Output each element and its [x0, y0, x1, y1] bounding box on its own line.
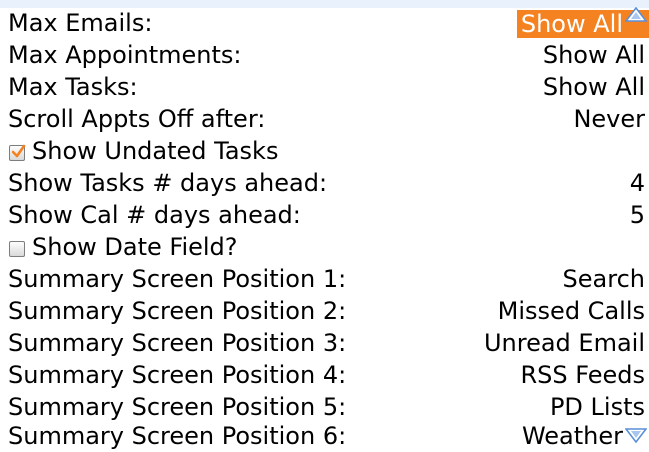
- checkbox-checked[interactable]: [9, 144, 26, 161]
- setting-tasks-days-ahead[interactable]: Show Tasks # days ahead: 4: [0, 167, 649, 199]
- setting-summary-position-1[interactable]: Summary Screen Position 1: Search: [0, 263, 649, 295]
- setting-max-appointments[interactable]: Max Appointments: Show All: [0, 39, 649, 71]
- setting-value[interactable]: 4: [630, 167, 645, 199]
- setting-value[interactable]: RSS Feeds: [520, 359, 645, 391]
- setting-max-tasks[interactable]: Max Tasks: Show All: [0, 71, 649, 103]
- setting-show-undated-tasks[interactable]: Show Undated Tasks: [0, 135, 649, 167]
- checkbox-unchecked[interactable]: [9, 241, 25, 257]
- setting-value[interactable]: Never: [573, 103, 645, 135]
- setting-label: Summary Screen Position 6:: [8, 422, 347, 450]
- setting-label: Summary Screen Position 4:: [8, 361, 347, 389]
- setting-label: Summary Screen Position 5:: [8, 393, 347, 421]
- setting-label: Show Tasks # days ahead:: [8, 169, 328, 197]
- setting-label: Summary Screen Position 2:: [8, 297, 347, 325]
- setting-label: Summary Screen Position 3:: [8, 329, 347, 357]
- setting-summary-position-3[interactable]: Summary Screen Position 3: Unread Email: [0, 327, 649, 359]
- setting-label: Max Emails:: [8, 9, 153, 37]
- triangle-up-icon[interactable]: [625, 7, 647, 23]
- setting-summary-position-6[interactable]: Summary Screen Position 6: Weather: [0, 420, 649, 452]
- setting-value[interactable]: Show All: [543, 39, 645, 71]
- setting-label: Scroll Appts Off after:: [8, 105, 266, 133]
- setting-label: Max Tasks:: [8, 73, 138, 101]
- setting-label: Show Cal # days ahead:: [8, 201, 301, 229]
- setting-show-date-field[interactable]: Show Date Field?: [0, 231, 649, 263]
- checkmark-icon: [11, 144, 26, 158]
- setting-value[interactable]: 5: [630, 199, 645, 231]
- setting-summary-position-5[interactable]: Summary Screen Position 5: PD Lists: [0, 391, 649, 423]
- setting-label: Show Date Field?: [32, 233, 238, 261]
- setting-summary-position-2[interactable]: Summary Screen Position 2: Missed Calls: [0, 295, 649, 327]
- setting-label: Max Appointments:: [8, 41, 242, 69]
- setting-value[interactable]: Missed Calls: [498, 295, 645, 327]
- setting-value[interactable]: Show All: [543, 71, 645, 103]
- setting-scroll-appts[interactable]: Scroll Appts Off after: Never: [0, 103, 649, 135]
- setting-max-emails[interactable]: Max Emails: Show All: [0, 7, 649, 39]
- setting-value[interactable]: Unread Email: [484, 327, 645, 359]
- setting-value[interactable]: Weather: [522, 420, 623, 452]
- setting-cal-days-ahead[interactable]: Show Cal # days ahead: 5: [0, 199, 649, 231]
- triangle-down-icon[interactable]: [625, 427, 647, 443]
- setting-summary-position-4[interactable]: Summary Screen Position 4: RSS Feeds: [0, 359, 649, 391]
- setting-label: Show Undated Tasks: [32, 137, 279, 165]
- setting-value[interactable]: PD Lists: [550, 391, 645, 423]
- setting-label: Summary Screen Position 1:: [8, 265, 347, 293]
- setting-value[interactable]: Search: [563, 263, 645, 295]
